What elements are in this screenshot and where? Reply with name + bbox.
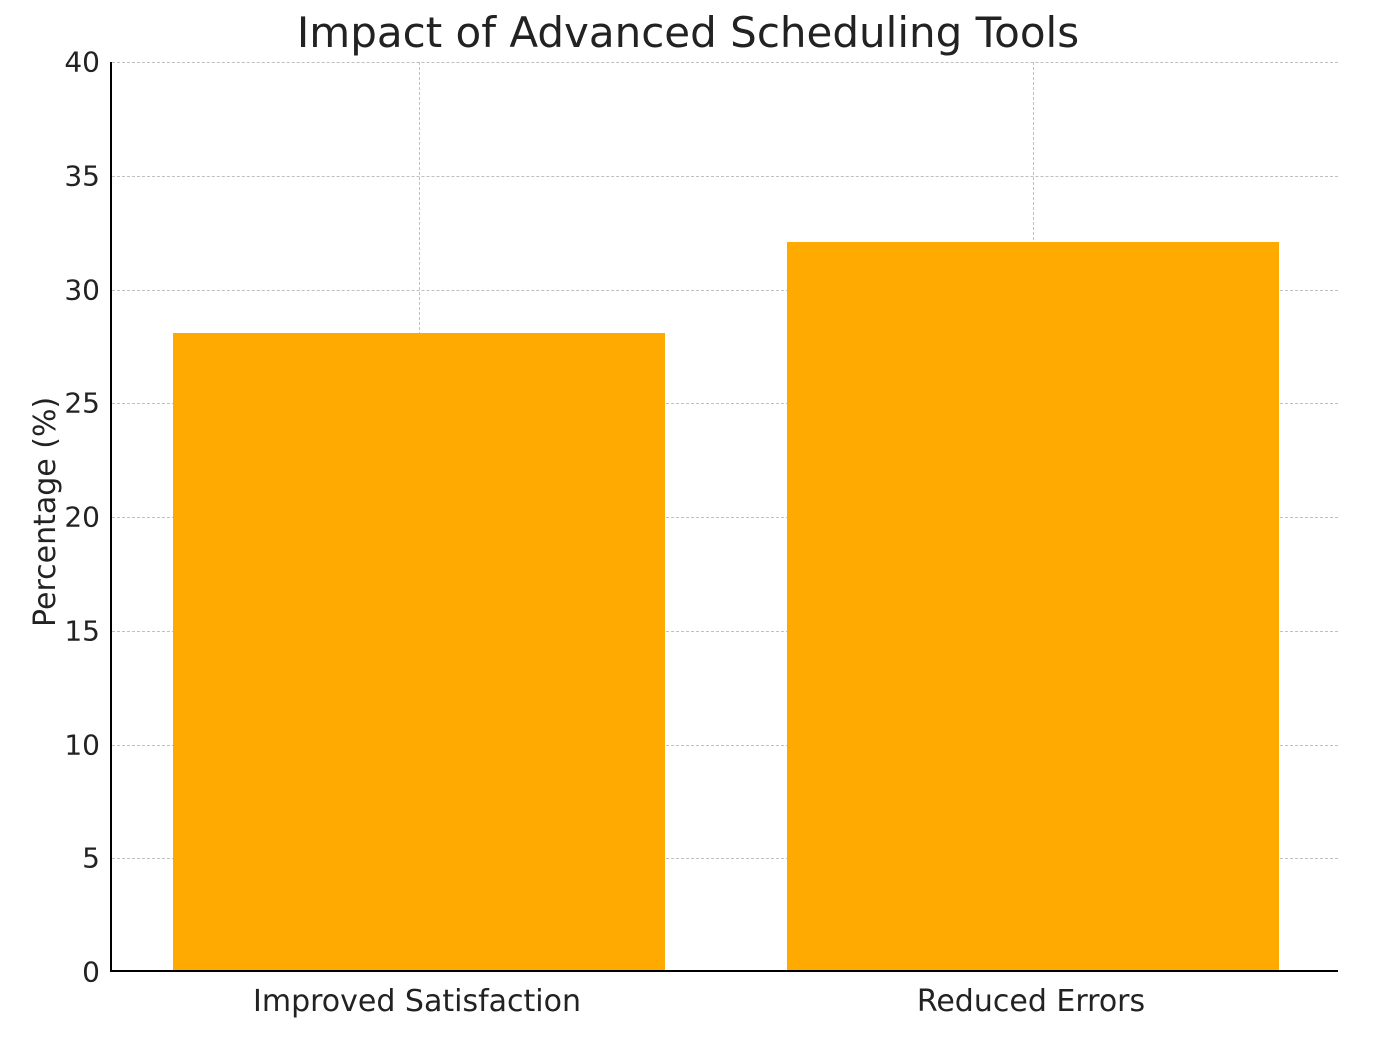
chart-title: Impact of Advanced Scheduling Tools (0, 8, 1376, 57)
y-tick-label: 25 (10, 387, 100, 420)
gridline-h (112, 62, 1338, 63)
plot-area (110, 62, 1338, 972)
bar (787, 242, 1278, 970)
y-tick-label: 15 (10, 614, 100, 647)
y-tick-label: 5 (10, 842, 100, 875)
chart-container: Impact of Advanced Scheduling Tools Perc… (0, 0, 1376, 1057)
x-tick-label: Reduced Errors (917, 984, 1145, 1019)
bar (173, 333, 664, 970)
y-tick-label: 40 (10, 46, 100, 79)
y-tick-label: 35 (10, 159, 100, 192)
gridline-h (112, 176, 1338, 177)
y-tick-label: 10 (10, 728, 100, 761)
y-tick-label: 30 (10, 273, 100, 306)
x-tick-label: Improved Satisfaction (253, 984, 581, 1019)
y-tick-label: 20 (10, 501, 100, 534)
y-tick-label: 0 (10, 956, 100, 989)
